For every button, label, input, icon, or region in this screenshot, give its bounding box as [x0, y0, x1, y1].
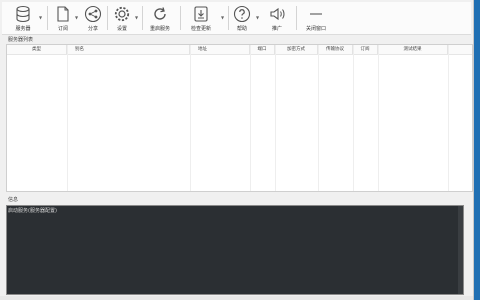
help-icon [233, 5, 251, 23]
close-window-icon [307, 5, 325, 23]
app-window: 服务器 ▼ 订阅 ▼ 分享 设置 ▼ 重启服务 检查更新 ▼ 帮助 ▼ 推广 关… [0, 0, 474, 300]
help-label: 帮助 [236, 26, 247, 32]
column-divider [190, 45, 191, 191]
share-button[interactable]: 分享 [82, 4, 104, 32]
refresh-icon [151, 5, 169, 23]
download-icon [192, 5, 210, 23]
column-header-encryption[interactable]: 加密方式 [275, 45, 318, 54]
chevron-down-icon[interactable]: ▼ [75, 15, 80, 20]
document-icon [54, 5, 72, 23]
log-scrollbar[interactable] [458, 206, 463, 294]
column-header-alias[interactable]: 别名 [67, 45, 190, 54]
promotion-button[interactable]: 推广 [266, 4, 288, 32]
header-divider [7, 54, 472, 55]
restart-service-label: 重启服务 [149, 26, 170, 32]
toolbar-divider [180, 6, 181, 30]
column-header-port[interactable]: 端口 [250, 45, 275, 54]
column-header-subscription[interactable]: 订阅 [353, 45, 378, 54]
column-divider [353, 45, 354, 191]
column-header-filler [448, 45, 472, 54]
column-divider [318, 45, 319, 191]
chevron-down-icon[interactable]: ▼ [256, 15, 261, 20]
check-update-button[interactable]: 检查更新 [190, 4, 212, 32]
subscription-label: 订阅 [57, 26, 68, 32]
column-divider [67, 45, 68, 191]
share-icon [84, 5, 102, 23]
help-button[interactable]: 帮助 [232, 4, 252, 32]
chevron-down-icon[interactable]: ▼ [221, 15, 226, 20]
column-divider [378, 45, 379, 191]
servers-label: 服务器 [15, 26, 31, 32]
chevron-down-icon[interactable]: ▼ [39, 15, 44, 20]
column-header-type[interactable]: 类型 [7, 45, 67, 54]
column-divider [448, 45, 449, 191]
column-header-address[interactable]: 地址 [190, 45, 250, 54]
log-title: 信息 [8, 197, 19, 203]
column-divider [250, 45, 251, 191]
close-window-button[interactable]: 关闭窗口 [305, 4, 327, 32]
server-table[interactable]: 类型 别名 地址 端口 加密方式 传输协议 订阅 测试结果 [6, 44, 473, 192]
check-update-label: 检查更新 [190, 26, 211, 32]
speaker-icon [268, 5, 286, 23]
column-header-transport[interactable]: 传输协议 [318, 45, 353, 54]
promotion-label: 推广 [271, 26, 282, 32]
gear-icon [113, 5, 131, 23]
servers-button[interactable]: 服务器 [12, 4, 34, 32]
server-list-title: 服务器列表 [8, 37, 34, 43]
settings-button[interactable]: 设置 [111, 4, 133, 32]
restart-service-button[interactable]: 重启服务 [149, 4, 171, 32]
settings-label: 设置 [116, 26, 127, 32]
log-output[interactable]: 启动服务(服务器配置) [6, 205, 464, 295]
toolbar: 服务器 ▼ 订阅 ▼ 分享 设置 ▼ 重启服务 检查更新 ▼ 帮助 ▼ 推广 关… [2, 2, 471, 35]
log-line: 启动服务(服务器配置) [8, 208, 57, 214]
close-window-label: 关闭窗口 [305, 26, 326, 32]
chevron-down-icon[interactable]: ▼ [135, 15, 140, 20]
column-divider [275, 45, 276, 191]
toolbar-divider [296, 6, 297, 30]
database-icon [14, 5, 32, 23]
status-bar [0, 296, 473, 300]
subscription-button[interactable]: 订阅 [53, 4, 73, 32]
column-header-test-result[interactable]: 测试结果 [378, 45, 448, 54]
